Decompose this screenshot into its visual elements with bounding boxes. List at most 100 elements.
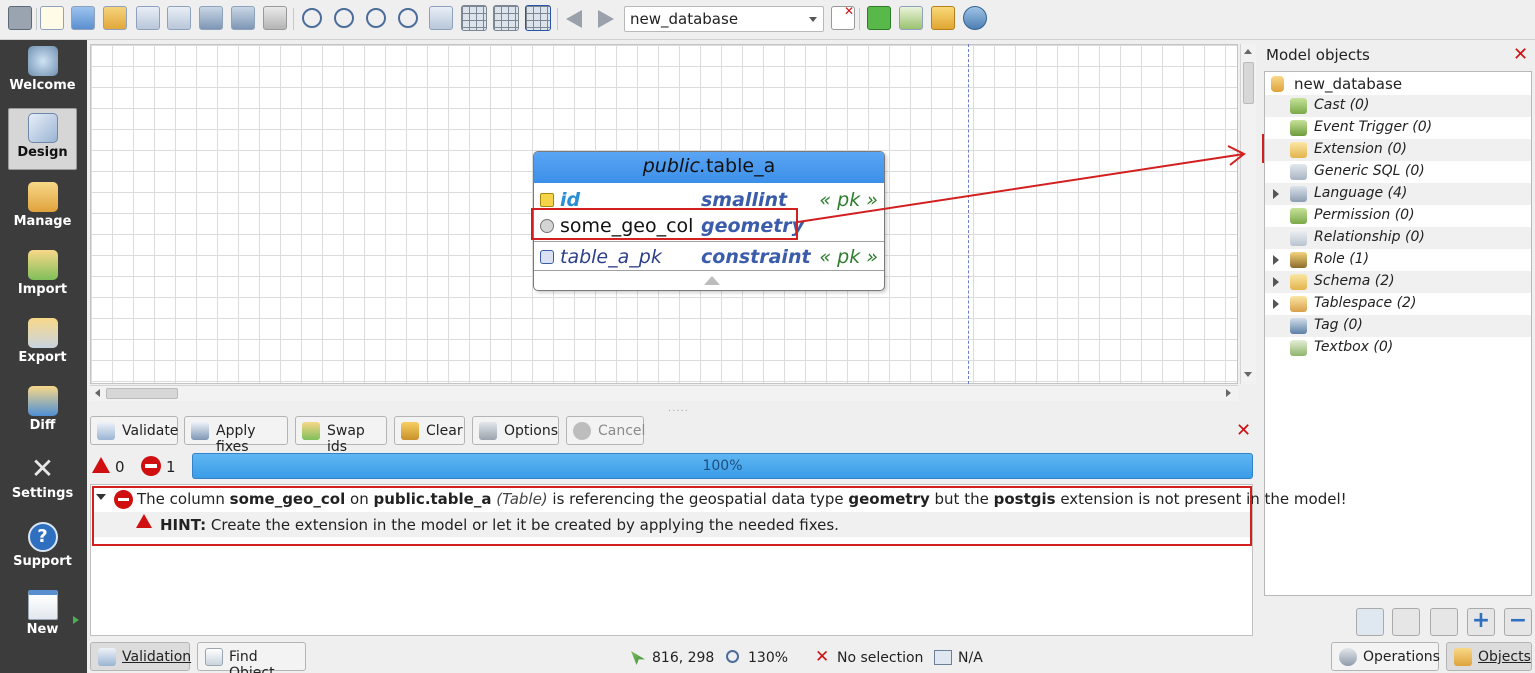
table-divider (534, 241, 884, 242)
cast-icon (1290, 98, 1307, 114)
save-as-icon[interactable] (167, 6, 191, 30)
tree-item-permission[interactable]: Permission (0) (1265, 205, 1531, 227)
button-label: Clear (426, 423, 463, 439)
collapse-toggle-icon[interactable] (704, 276, 720, 285)
scroll-down-icon[interactable] (1244, 372, 1252, 377)
tree-item-label: Tag (0) (1314, 317, 1363, 333)
tree-item-root[interactable]: new_database (1265, 73, 1531, 95)
trash-icon[interactable] (1430, 608, 1458, 636)
save-all-icon[interactable] (231, 6, 255, 30)
scroll-up-icon[interactable] (1244, 49, 1252, 54)
constraint-icon (540, 250, 554, 264)
splitter-handle[interactable]: ····· (668, 406, 689, 417)
operations-button[interactable]: Operations (1331, 642, 1440, 671)
menu-icon[interactable] (8, 6, 32, 30)
close-icon: ✕ (843, 4, 854, 18)
expand-icon[interactable] (1273, 189, 1279, 199)
save-icon[interactable] (199, 6, 223, 30)
options-button[interactable]: Options (472, 416, 559, 445)
edit-icon[interactable] (136, 6, 160, 30)
nav-welcome[interactable]: Welcome (8, 42, 77, 104)
cancel-icon (573, 422, 591, 440)
scroll-left-icon[interactable] (95, 389, 100, 397)
model-objects-tree[interactable]: new_database Cast (0) Event Trigger (0) … (1264, 71, 1532, 596)
import-icon (27, 250, 58, 280)
tree-item-language[interactable]: Language (4) (1265, 183, 1531, 205)
warnings-count: 0 (115, 458, 125, 476)
plugins-icon[interactable] (867, 6, 891, 30)
back-icon[interactable] (566, 10, 582, 28)
cancel-button[interactable]: Cancel (566, 416, 645, 445)
expand-all-icon[interactable]: + (1467, 608, 1495, 636)
tree-item-relationship[interactable]: Relationship (0) (1265, 227, 1531, 249)
nav-export[interactable]: Export (8, 314, 77, 376)
open-recent-icon[interactable] (103, 6, 127, 30)
zoom-reset-icon[interactable] (398, 8, 418, 28)
nav-manage[interactable]: Manage (8, 178, 77, 240)
scroll-right-icon[interactable] (1226, 389, 1231, 397)
button-label: Apply fixes (216, 423, 256, 455)
table-constraint-row[interactable]: table_a_pk constraint « pk » (534, 245, 884, 269)
manage-icon (27, 182, 58, 212)
tree-item-generic-sql[interactable]: Generic SQL (0) (1265, 161, 1531, 183)
print-icon[interactable] (263, 6, 287, 30)
db-objects-icon[interactable] (931, 6, 955, 30)
tree-item-tablespace[interactable]: Tablespace (2) (1265, 293, 1531, 315)
overview-icon[interactable] (525, 5, 551, 31)
forward-icon[interactable] (598, 10, 614, 28)
button-label: Find Object (229, 649, 275, 673)
chevron-down-icon (809, 17, 817, 22)
clear-button[interactable]: Clear (394, 416, 465, 445)
expand-icon[interactable] (1273, 299, 1279, 309)
expand-icon[interactable] (1273, 277, 1279, 287)
find-object-button[interactable]: Find Object (197, 642, 306, 673)
bug-icon[interactable] (899, 6, 923, 30)
toolbar-separator (557, 8, 558, 30)
tree-item-textbox[interactable]: Textbox (0) (1265, 337, 1531, 359)
canvas-horizontal-scrollbar[interactable] (90, 385, 1238, 401)
grid-icon[interactable] (461, 5, 487, 31)
nav-settings[interactable]: ✕ Settings (8, 450, 77, 512)
expand-icon[interactable] (1273, 255, 1279, 265)
nav-new[interactable]: New (8, 586, 79, 648)
new-file-icon[interactable] (40, 6, 64, 30)
tree-item-schema[interactable]: Schema (2) (1265, 271, 1531, 293)
close-model-icon[interactable]: ✕ (831, 4, 855, 30)
left-nav: Welcome Design Manage Import Export Diff… (0, 40, 87, 673)
expand-arrow-icon[interactable] (73, 616, 79, 624)
zoom-out-icon[interactable] (334, 8, 354, 28)
swap-ids-button[interactable]: Swap ids (295, 416, 387, 455)
vertical-scroll-thumb[interactable] (1243, 62, 1254, 104)
apply-fixes-button[interactable]: Apply fixes (184, 416, 288, 455)
button-label: Swap ids (327, 423, 365, 455)
nav-diff[interactable]: Diff (8, 382, 77, 444)
toolbar-separator (36, 8, 37, 30)
tree-item-role[interactable]: Role (1) (1265, 249, 1531, 271)
tree-item-cast[interactable]: Cast (0) (1265, 95, 1531, 117)
database-icon (1271, 76, 1284, 92)
tree-item-extension[interactable]: Extension (0) (1265, 139, 1531, 161)
align-grid-icon[interactable] (493, 5, 519, 31)
tree-view-icon[interactable] (1356, 608, 1384, 636)
zoom-fit-icon[interactable] (366, 8, 386, 28)
validate-button[interactable]: Validate (90, 416, 178, 445)
tree-item-event-trigger[interactable]: Event Trigger (0) (1265, 117, 1531, 139)
collapse-all-icon[interactable]: − (1504, 608, 1532, 636)
list-view-icon[interactable] (1392, 608, 1420, 636)
zoom-in-icon[interactable] (302, 8, 322, 28)
objects-toggle-button[interactable]: Objects (1446, 642, 1532, 671)
nav-support[interactable]: ? Support (8, 518, 77, 580)
tree-item-tag[interactable]: Tag (0) (1265, 315, 1531, 337)
arrange-icon[interactable] (429, 6, 453, 30)
database-selector[interactable]: new_database (624, 6, 824, 32)
horizontal-scroll-thumb[interactable] (106, 388, 178, 399)
close-icon[interactable]: ✕ (1236, 420, 1251, 441)
nav-import[interactable]: Import (8, 246, 77, 308)
operations-icon (1339, 648, 1357, 666)
nav-design[interactable]: Design (8, 108, 77, 170)
open-icon[interactable] (71, 6, 95, 30)
close-icon[interactable]: ✕ (1513, 44, 1528, 65)
fix-model-icon[interactable] (963, 6, 987, 30)
no-selection-icon: ✕ (815, 647, 830, 667)
validation-toggle-button[interactable]: Validation (90, 642, 191, 671)
